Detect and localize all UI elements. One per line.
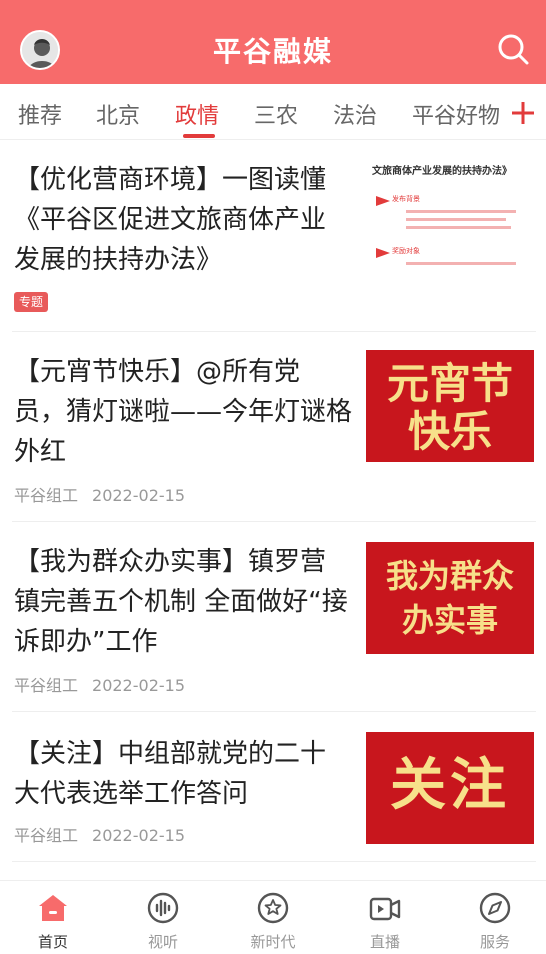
- article-date: 2022-02-15: [92, 486, 185, 505]
- article-meta: 平谷组工 2022-02-15: [14, 672, 185, 696]
- star-circle-icon: [257, 892, 289, 924]
- title-line: 【元宵节快乐】@所有党: [14, 357, 301, 387]
- title-line: 员，猜灯谜啦——今年灯谜格: [14, 397, 353, 427]
- nav-label: 视听: [147, 933, 178, 951]
- add-channel-icon[interactable]: [508, 98, 538, 128]
- nav-home[interactable]: 首页: [8, 891, 98, 952]
- search-icon[interactable]: [496, 32, 530, 66]
- article-date: 2022-02-15: [92, 676, 185, 695]
- tab-pinggu-goods[interactable]: 平谷好物: [412, 98, 500, 130]
- thumb-text: 办实事: [401, 601, 498, 639]
- nav-audio-video[interactable]: 视听: [118, 891, 208, 952]
- home-icon: [39, 895, 67, 921]
- nav-label: 直播: [369, 933, 400, 951]
- title-line: 大代表选举工作答问: [14, 779, 249, 809]
- article-thumbnail: 元宵节 快乐: [366, 350, 534, 462]
- tab-beijing[interactable]: 北京: [96, 98, 140, 130]
- tab-agriculture[interactable]: 三农: [254, 98, 298, 130]
- title-line: 外红: [14, 437, 67, 467]
- article-title: 【元宵节快乐】@所有党 员，猜灯谜啦——今年灯谜格 外红: [14, 352, 352, 472]
- nav-service[interactable]: 服务: [450, 891, 540, 952]
- list-item[interactable]: 【关注】中组部就党的二十 大代表选举工作答问 平谷组工 2022-02-15 关注: [12, 712, 536, 862]
- tab-politics[interactable]: 政情: [175, 98, 219, 130]
- nav-live[interactable]: 直播: [340, 891, 430, 952]
- article-thumbnail: 关注: [366, 732, 534, 844]
- title-line: 【我为群众办实事】镇罗营: [14, 547, 327, 577]
- article-source: 平谷组工: [14, 826, 79, 845]
- app-title: 平谷融媒: [212, 35, 333, 68]
- bottom-navigation: 首页 视听 新时代 直播 服务: [0, 880, 546, 954]
- topic-badge: 专题: [14, 292, 49, 312]
- compass-icon: [479, 892, 511, 924]
- channel-tabs: 推荐 北京 政情 三农 法治 平谷好物: [0, 84, 546, 140]
- thumb-text: 我为群众: [385, 557, 514, 595]
- title-line: 【优化营商环境】一图读懂: [14, 165, 327, 195]
- nav-new-era[interactable]: 新时代: [228, 891, 318, 952]
- title-line: 【关注】中组部就党的二十: [14, 739, 327, 769]
- list-item[interactable]: 【我为群众办实事】镇罗营 镇完善五个机制 全面做好“接 诉即办”工作 平谷组工 2…: [12, 522, 536, 712]
- thumb-text: 快乐: [407, 407, 492, 456]
- text-line: [406, 210, 516, 213]
- title-line: 诉即办”工作: [14, 627, 158, 657]
- article-source: 平谷组工: [14, 486, 79, 505]
- article-meta: 平谷组工 2022-02-15: [14, 822, 185, 846]
- tab-recommend[interactable]: 推荐: [18, 98, 62, 130]
- app-header: 平谷融媒: [0, 0, 546, 84]
- text-line: [406, 262, 516, 265]
- text-line: [406, 218, 506, 221]
- article-meta: 平谷组工 2022-02-15: [14, 482, 185, 506]
- thumb-text: 关注: [390, 753, 510, 818]
- article-title: 【优化营商环境】一图读懂 《平谷区促进文旅商体产业 发展的扶持办法》: [14, 160, 326, 280]
- article-date: 2022-02-15: [92, 826, 185, 845]
- thumb-heading: 文旅商体产业发展的扶持办法》: [372, 166, 512, 177]
- text-line: [406, 226, 511, 229]
- arrow-icon: [376, 248, 390, 258]
- list-item[interactable]: 【优化营商环境】一图读懂 《平谷区促进文旅商体产业 发展的扶持办法》 专题 文旅…: [12, 140, 536, 332]
- article-source: 平谷组工: [14, 676, 79, 695]
- thumb-text: 元宵节: [386, 359, 513, 408]
- nav-label: 新时代: [250, 933, 296, 951]
- list-item[interactable]: 【元宵节快乐】@所有党 员，猜灯谜啦——今年灯谜格 外红 平谷组工 2022-02…: [12, 332, 536, 522]
- title-line: 镇完善五个机制 全面做好“接: [14, 587, 348, 617]
- title-line: 《平谷区促进文旅商体产业: [14, 205, 327, 235]
- video-icon: [369, 897, 401, 921]
- thumb-section: 发布背景: [392, 195, 420, 203]
- article-title: 【关注】中组部就党的二十 大代表选举工作答问: [14, 734, 326, 814]
- title-line: 发展的扶持办法》: [14, 245, 223, 275]
- tab-law[interactable]: 法治: [333, 98, 377, 130]
- nav-label: 首页: [37, 933, 68, 951]
- arrow-icon: [376, 196, 390, 206]
- article-thumbnail: 文旅商体产业发展的扶持办法》 发布背景 奖励对象: [366, 158, 534, 270]
- article-thumbnail: 我为群众 办实事: [366, 542, 534, 654]
- article-title: 【我为群众办实事】镇罗营 镇完善五个机制 全面做好“接 诉即办”工作: [14, 542, 348, 662]
- active-tab-indicator: [183, 134, 215, 138]
- audio-icon: [147, 892, 179, 924]
- nav-label: 服务: [479, 933, 510, 951]
- thumb-section: 奖励对象: [392, 247, 420, 255]
